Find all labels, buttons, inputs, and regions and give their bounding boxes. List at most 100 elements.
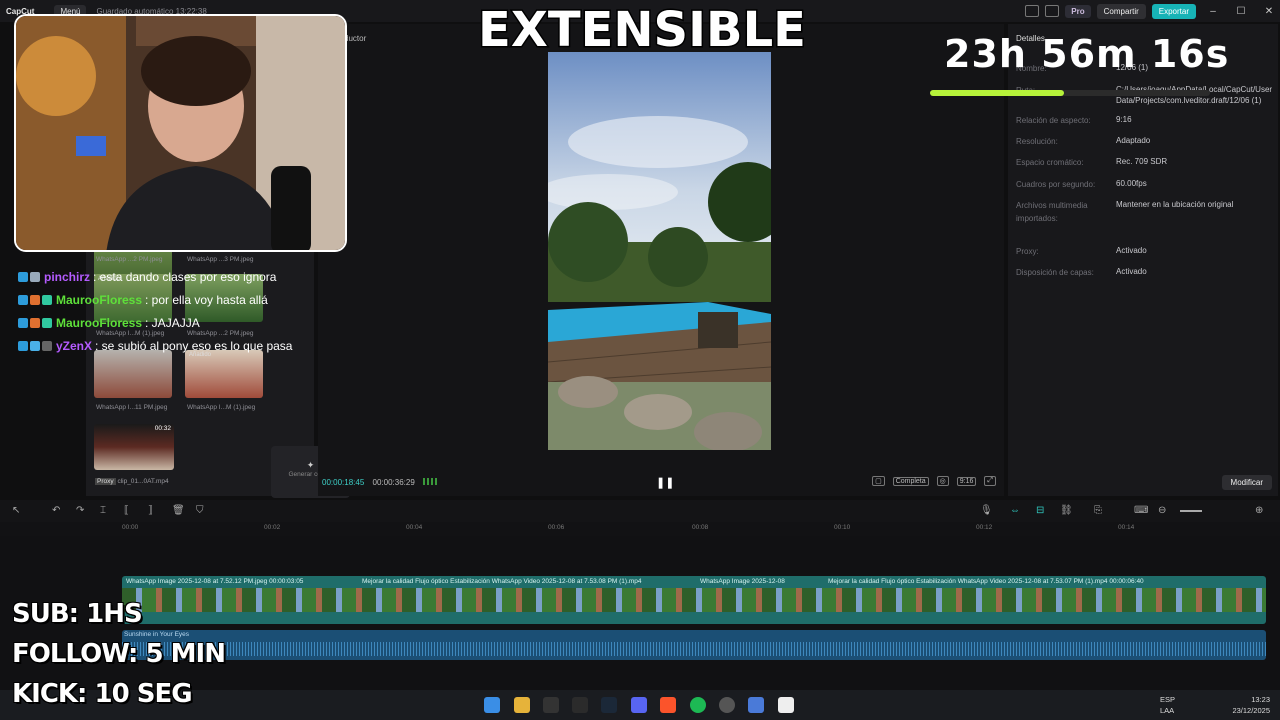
chat-username: MaurooFloress xyxy=(56,315,143,330)
chat-badges xyxy=(18,340,52,351)
pro-button[interactable]: Pro xyxy=(1065,4,1091,18)
microphone-icon[interactable]: 🎙 xyxy=(980,505,993,516)
snapshot-icon[interactable]: ◎ xyxy=(936,476,949,486)
crop-icon[interactable]: ▢ xyxy=(872,476,885,486)
clip-label: WhatsApp Image 2025-12-08 at 7.52.12 PM.… xyxy=(126,578,304,585)
chat-message: MaurooFloress : JAJAJJA xyxy=(18,311,318,334)
language-code: ESP xyxy=(1160,695,1176,704)
stream-goals: SUB: 1HS FOLLOW: 5 MIN KICK: 10 SEG xyxy=(12,594,226,714)
video-track[interactable]: WhatsApp Image 2025-12-08 at 7.52.12 PM.… xyxy=(122,576,1266,624)
language-layout: LAA xyxy=(1160,706,1175,715)
chat-badges xyxy=(18,317,52,328)
chat-username: yZenX xyxy=(56,338,93,353)
current-time: 00:00:18:45 xyxy=(322,478,365,487)
link-icon[interactable]: ⇔ xyxy=(1010,505,1020,516)
zoom-in-icon[interactable]: ⊕ xyxy=(1255,505,1263,516)
ruler-tick: 00:06 xyxy=(548,524,565,531)
ratio-button[interactable]: 9:16 xyxy=(956,476,977,486)
player-panel: ductor 00:00:18:45 00:00:36:29 ❚❚ ▢ Comp… xyxy=(318,24,1004,496)
timer-progress xyxy=(930,90,1210,96)
delete-icon[interactable]: 🗑 xyxy=(172,505,185,516)
close-icon[interactable]: ✕ xyxy=(1258,6,1280,17)
quality-button[interactable]: Completa xyxy=(892,476,929,486)
detail-label: Cuadros por segundo: xyxy=(1016,180,1096,189)
clock[interactable]: 13:23 23/12/2025 xyxy=(1232,694,1270,716)
trim-left-icon[interactable]: ⟦ xyxy=(124,505,129,516)
detail-value: 9:16 xyxy=(1116,115,1132,124)
discord-icon[interactable] xyxy=(631,697,647,713)
share-button[interactable]: Compartir xyxy=(1096,3,1146,19)
zoom-slider[interactable] xyxy=(1180,510,1202,512)
video-thumb[interactable]: 00:32 xyxy=(94,424,174,470)
media-item-label: WhatsApp I...M (1).jpeg xyxy=(187,404,256,411)
detail-value: Activado xyxy=(1116,246,1147,255)
video-preview[interactable] xyxy=(548,52,771,450)
brave-icon[interactable] xyxy=(660,697,676,713)
file-explorer-icon[interactable] xyxy=(514,697,530,713)
detail-value: Activado xyxy=(1116,267,1147,276)
fullscreen-icon[interactable]: ⤢ xyxy=(984,476,996,486)
preview-axis-icon[interactable]: ⎘ xyxy=(1094,505,1102,516)
detail-label: Espacio cromático: xyxy=(1016,158,1084,167)
trim-right-icon[interactable]: ⟧ xyxy=(148,505,153,516)
magnet-icon[interactable]: ⊟ xyxy=(1036,505,1044,516)
media-thumb[interactable] xyxy=(94,350,172,398)
redo-icon[interactable]: ↷ xyxy=(76,505,84,516)
chat-text: : por ella voy hasta allá xyxy=(145,292,268,307)
timeline-toolbar: ↖ ↶ ↷ ⌶ ⟦ ⟧ 🗑 ⛉ 🎙 ⇔ ⊟ ⛓ ⎘ ⌨ ⊖ ⊕ xyxy=(0,500,1280,522)
detail-value: Rec. 709 SDR xyxy=(1116,157,1168,166)
pause-icon[interactable]: ❚❚ xyxy=(656,476,674,489)
shield-icon[interactable]: ⛉ xyxy=(196,505,204,516)
chat-badges xyxy=(18,271,40,282)
zoom-out-icon[interactable]: ⊖ xyxy=(1158,505,1166,516)
total-time: 00:00:36:29 xyxy=(372,478,415,487)
undo-icon[interactable]: ↶ xyxy=(52,505,60,516)
maximize-icon[interactable]: ☐ xyxy=(1230,6,1252,17)
app-icon[interactable] xyxy=(748,697,764,713)
chat-message: yZenX : se subió al pony eso es lo que p… xyxy=(18,334,318,357)
stream-timer: 23h 56m 16s xyxy=(930,26,1230,96)
clock-time: 13:23 xyxy=(1251,695,1270,704)
panel-icon[interactable] xyxy=(1045,5,1060,17)
extensible-banner: EXTENSIBLE xyxy=(477,1,808,60)
spotify-icon[interactable] xyxy=(690,697,706,713)
detail-value: Adaptado xyxy=(1116,136,1151,145)
modify-button[interactable]: Modificar xyxy=(1221,475,1272,490)
banner-text: EXTENSIBLE xyxy=(478,2,806,58)
ruler-tick: 00:04 xyxy=(406,524,423,531)
language-indicator[interactable]: ESP LAA xyxy=(1160,694,1175,716)
chat-badges xyxy=(18,294,52,305)
obs-icon[interactable] xyxy=(719,697,735,713)
badge-icon xyxy=(42,294,52,305)
timeline-ruler: 00:00 00:02 00:04 00:06 00:08 00:10 00:1… xyxy=(0,522,1280,536)
epic-games-icon[interactable] xyxy=(572,697,588,713)
detail-value: Mantener en la ubicación original xyxy=(1116,200,1234,209)
detail-label: Resolución: xyxy=(1016,137,1058,146)
chat-text: : esta dando clases por eso ignora xyxy=(93,269,277,284)
export-button[interactable]: Exportar xyxy=(1151,3,1196,19)
split-icon[interactable]: ⌶ xyxy=(100,505,106,516)
clock-date: 23/12/2025 xyxy=(1232,706,1270,715)
chain-icon[interactable]: ⛓ xyxy=(1060,505,1073,516)
goal-kick: KICK: 10 SEG xyxy=(12,679,193,709)
terminal-icon[interactable] xyxy=(543,697,559,713)
detail-label: Disposición de capas: xyxy=(1016,268,1094,277)
caption-icon[interactable]: ⌨ xyxy=(1134,505,1148,516)
capcut-icon[interactable] xyxy=(778,697,794,713)
steam-icon[interactable] xyxy=(601,697,617,713)
video-filmstrip xyxy=(122,588,1266,612)
badge-icon xyxy=(18,271,28,282)
select-tool-icon[interactable]: ↖ xyxy=(12,505,20,516)
proxy-tag: Proxy xyxy=(95,478,116,485)
layout-icon[interactable] xyxy=(1025,5,1040,17)
media-item-label: WhatsApp ...3 PM.jpeg xyxy=(187,256,254,263)
audio-track[interactable]: Sunshine in Your Eyes xyxy=(122,630,1266,660)
windows-start-icon[interactable] xyxy=(484,697,500,713)
proxy-file-name: clip_01...0AT.mp4 xyxy=(117,478,169,485)
minimize-icon[interactable]: – xyxy=(1202,6,1224,17)
badge-icon xyxy=(30,340,40,351)
badge-icon xyxy=(30,317,40,328)
ruler-tick: 00:12 xyxy=(976,524,993,531)
audio-waveform xyxy=(122,642,1266,656)
badge-icon xyxy=(42,317,52,328)
